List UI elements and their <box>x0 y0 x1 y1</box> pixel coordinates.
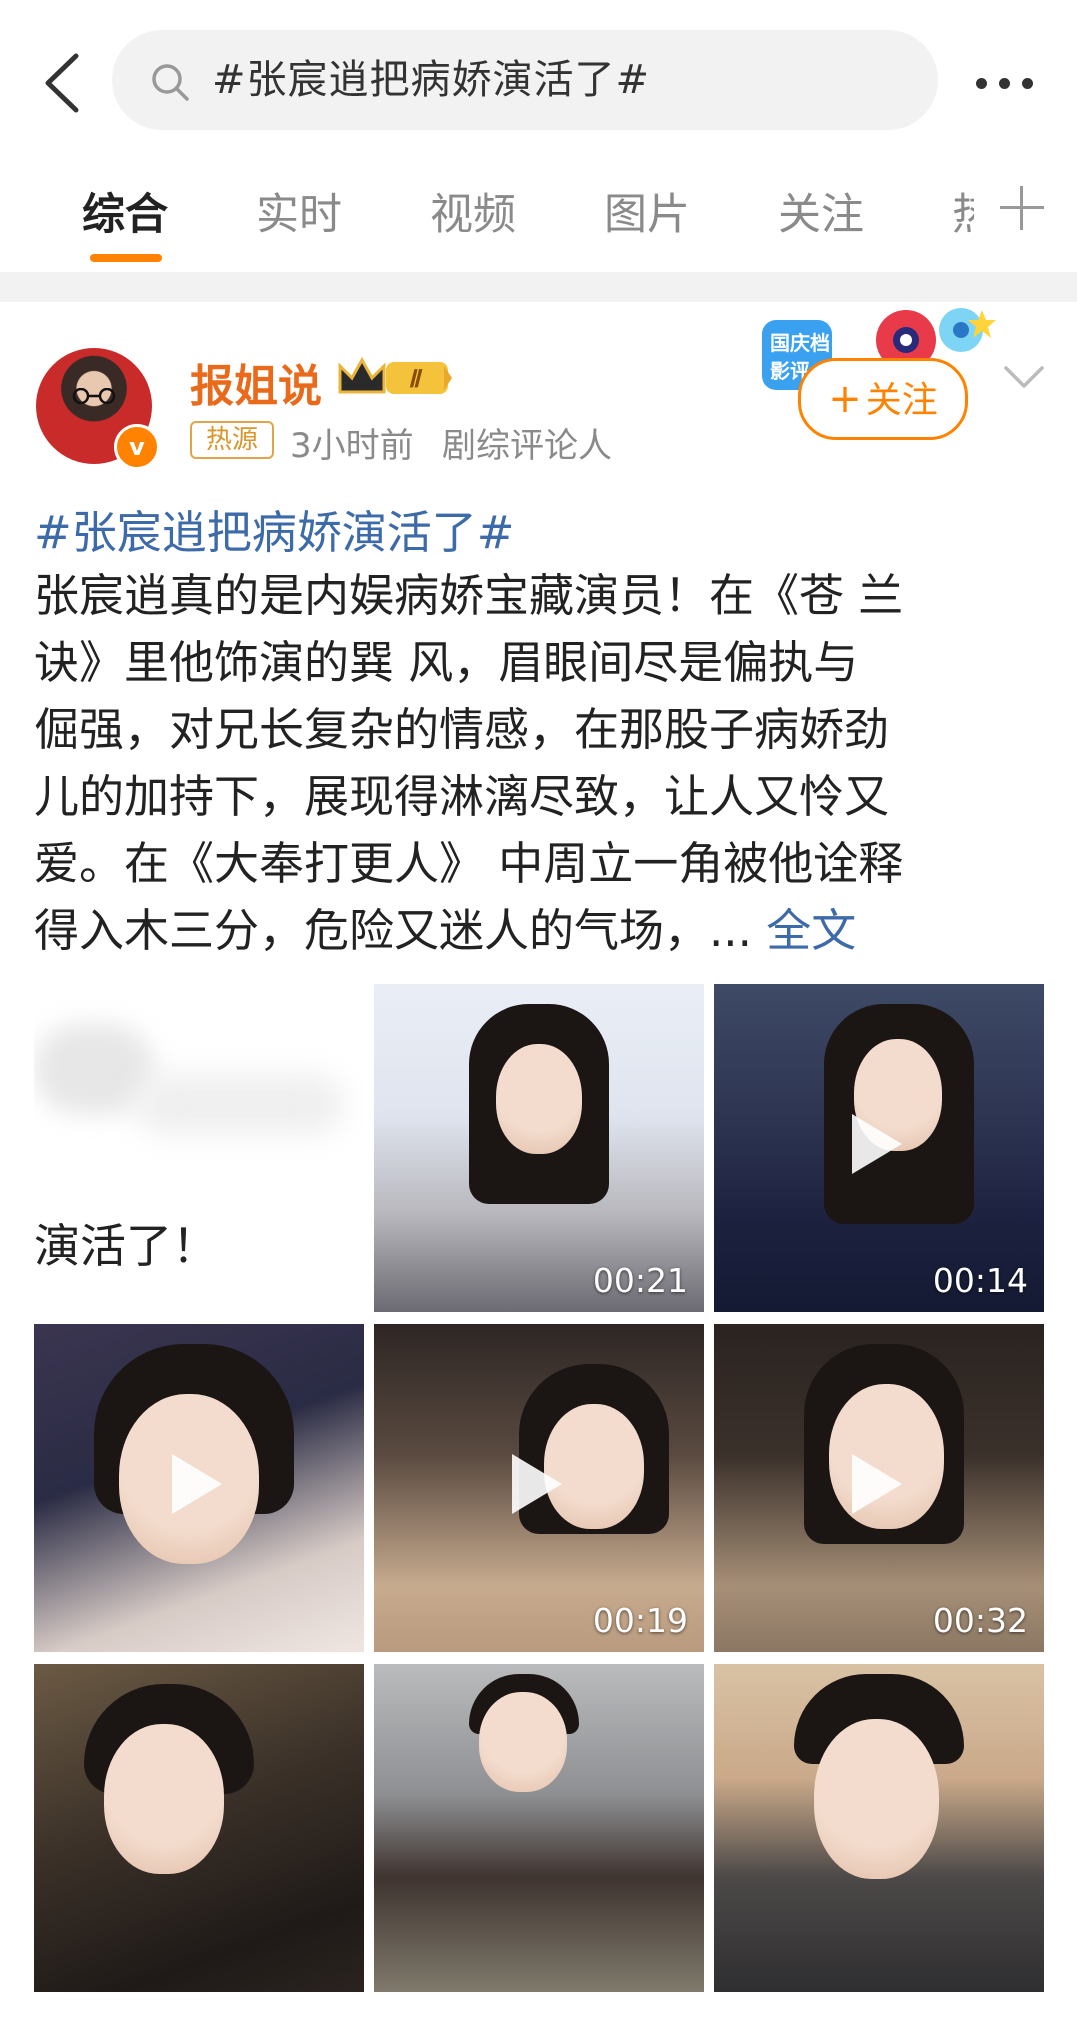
search-query: #张宸逍把病娇演活了# <box>212 57 651 103</box>
more-dot-icon <box>1022 78 1033 89</box>
chevron-left-icon <box>45 53 79 113</box>
play-icon <box>512 1454 562 1514</box>
add-tab-plus-icon[interactable] <box>1000 186 1044 230</box>
blurred-text <box>134 1074 344 1134</box>
follow-label: 关注 <box>865 380 938 421</box>
tab-hot[interactable]: 热 <box>952 180 974 242</box>
top-bar: #张宸逍把病娇演活了# <box>0 0 1077 160</box>
post-time: 3小时前 <box>290 426 414 466</box>
post-body-line: 得入木三分，危险又迷人的气场，... <box>34 904 767 957</box>
more-dot-icon <box>976 78 987 89</box>
full-text-link[interactable]: 全文 <box>766 904 856 957</box>
media-video-thumbnail[interactable]: 00:19 <box>374 1324 704 1652</box>
author-name[interactable]: 报姐说 <box>190 350 322 414</box>
play-icon <box>172 1454 222 1514</box>
back-button[interactable] <box>36 48 96 118</box>
video-duration: 00:32 <box>932 1601 1028 1640</box>
post-body-line-last: 得入木三分，危险又迷人的气场，... 全文 <box>34 897 1044 964</box>
post-body-line: 张宸逍真的是内娱病娇宝藏演员！在《苍 兰 <box>34 569 904 622</box>
plus-icon: + <box>828 376 862 422</box>
post-body-line: 倔强，对兄长复杂的情感，在那股子病娇劲 <box>34 703 890 756</box>
tab-bar: 综合 实时 视频 图片 关注 热 <box>0 160 1077 270</box>
tab-following[interactable]: 关注 <box>778 180 864 242</box>
media-image-thumbnail[interactable] <box>714 1664 1044 1992</box>
active-tab-indicator <box>90 254 162 262</box>
post-body-line: 儿的加持下，展现得淋漓尽致，让人又怜又 <box>34 770 890 823</box>
search-input[interactable]: #张宸逍把病娇演活了# <box>112 30 938 130</box>
figure-face <box>104 1724 224 1874</box>
glasses-icon <box>72 388 116 404</box>
verified-v-icon: v <box>114 424 160 470</box>
svg-text:国庆档: 国庆档 <box>770 331 830 355</box>
author-role: 剧综评论人 <box>442 426 612 466</box>
play-icon <box>852 1454 902 1514</box>
post-hashtag-link[interactable]: #张宸逍把病娇演活了# <box>34 496 514 561</box>
hot-source-badge: 热源 <box>190 421 274 459</box>
media-video-thumbnail[interactable]: 00:14 <box>714 984 1044 1312</box>
post-body-line: 诀》里他饰演的巽 风，眉眼间尽是偏执与 <box>34 636 859 689</box>
chevron-down-icon[interactable] <box>1002 362 1046 392</box>
tab-pictures[interactable]: 图片 <box>604 180 690 242</box>
media-image-thumbnail[interactable] <box>374 1664 704 1992</box>
tab-general[interactable]: 综合 <box>82 180 168 242</box>
section-divider <box>0 272 1077 302</box>
figure-face <box>479 1692 567 1792</box>
video-duration: 00:14 <box>932 1261 1028 1300</box>
tab-realtime[interactable]: 实时 <box>256 180 342 242</box>
text-card-caption: 演活了！ <box>34 1219 218 1273</box>
media-text-card[interactable]: 演活了！ <box>34 984 364 1312</box>
play-icon <box>852 1114 902 1174</box>
post-body-line: 爱。在《大奉打更人》 中周立一角被他诠释 <box>34 837 904 890</box>
search-icon <box>152 64 189 101</box>
media-video-thumbnail[interactable]: 00:32 <box>714 1324 1044 1652</box>
follow-button[interactable]: + 关注 <box>798 358 968 440</box>
more-dot-icon <box>999 78 1010 89</box>
media-video-thumbnail[interactable] <box>34 1324 364 1652</box>
crown-level-badge-icon[interactable]: Ⅱ <box>336 352 454 400</box>
media-image-thumbnail[interactable]: 00:21 <box>374 984 704 1312</box>
figure-face <box>496 1044 582 1154</box>
video-duration: 00:21 <box>592 1261 688 1300</box>
figure-face <box>814 1719 939 1879</box>
video-duration: 00:19 <box>592 1601 688 1640</box>
tab-video[interactable]: 视频 <box>430 180 516 242</box>
post-body: 张宸逍真的是内娱病娇宝藏演员！在《苍 兰 诀》里他饰演的巽 风，眉眼间尽是偏执与… <box>34 562 1044 964</box>
more-options-button[interactable] <box>970 58 1040 108</box>
media-image-thumbnail[interactable] <box>34 1664 364 1992</box>
